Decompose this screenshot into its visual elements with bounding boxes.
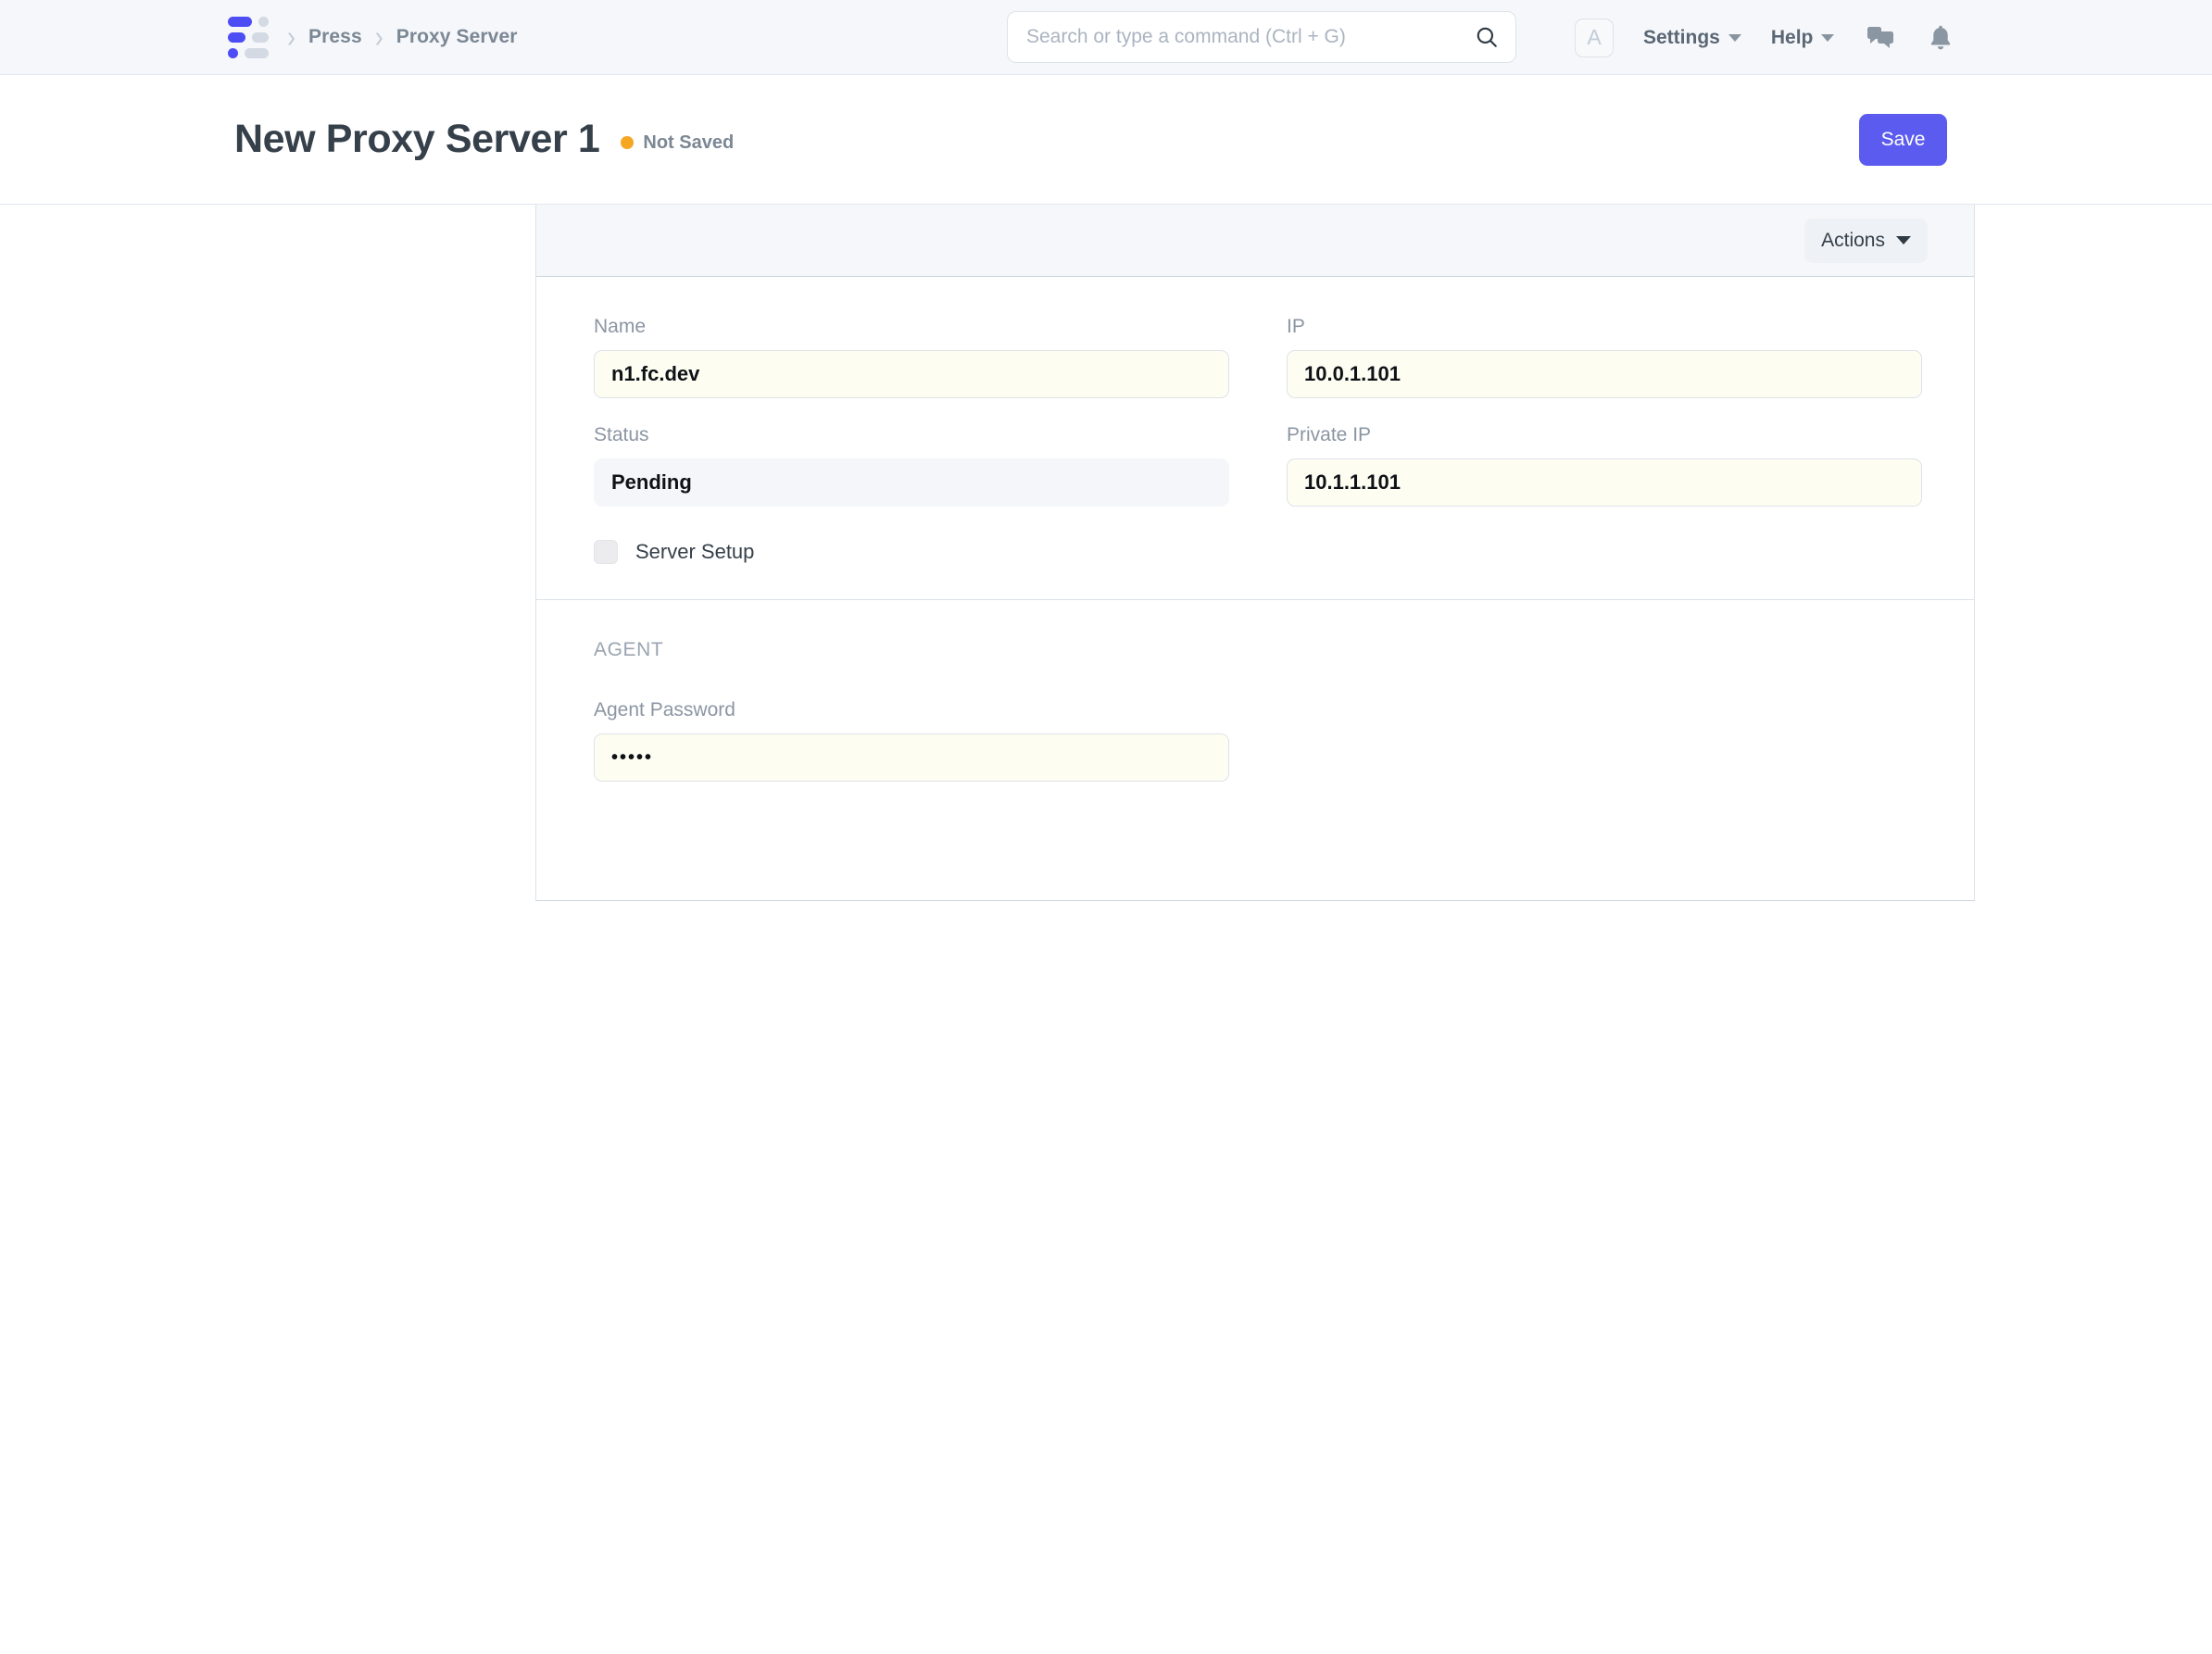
ip-input[interactable]: 10.0.1.101 bbox=[1287, 350, 1922, 398]
field-name: Name n1.fc.dev bbox=[594, 316, 1229, 398]
chevron-down-icon bbox=[1821, 33, 1835, 42]
chat-bubbles-icon bbox=[1867, 26, 1894, 48]
proxy-server-form-card: Actions Name n1.fc.dev IP 10.0.1.101 Sta… bbox=[535, 205, 1975, 901]
top-navigation-bar: › Press › Proxy Server A Settings Help bbox=[0, 0, 2212, 75]
card-header: Actions bbox=[536, 205, 1974, 277]
field-status-label: Status bbox=[594, 424, 649, 445]
field-ip-label: IP bbox=[1287, 316, 1305, 337]
server-setup-checkbox[interactable] bbox=[594, 540, 618, 564]
field-grid: Name n1.fc.dev IP 10.0.1.101 Status Pend… bbox=[594, 316, 1922, 533]
status-badge-label: Not Saved bbox=[643, 132, 735, 153]
agent-password-mask: ••••• bbox=[611, 747, 654, 768]
breadcrumb-separator-icon: › bbox=[287, 19, 295, 55]
page-title: New Proxy Server 1 bbox=[234, 117, 600, 161]
private-ip-input[interactable]: 10.1.1.101 bbox=[1287, 458, 1922, 507]
notifications-button[interactable] bbox=[1929, 24, 1953, 52]
agent-password-input[interactable]: ••••• bbox=[594, 733, 1229, 782]
status-badge: Not Saved bbox=[621, 132, 734, 154]
settings-menu-label: Settings bbox=[1643, 26, 1720, 48]
card-main-section: Name n1.fc.dev IP 10.0.1.101 Status Pend… bbox=[536, 277, 1974, 599]
field-server-setup: Server Setup bbox=[594, 540, 1917, 564]
status-dot-icon bbox=[621, 136, 635, 149]
avatar[interactable]: A bbox=[1575, 18, 1614, 57]
search-input[interactable] bbox=[1024, 25, 1475, 49]
bell-icon bbox=[1931, 25, 1951, 49]
global-search[interactable] bbox=[1007, 11, 1516, 63]
agent-section-title: AGENT bbox=[594, 639, 664, 660]
status-value: Pending bbox=[594, 458, 1229, 507]
settings-menu[interactable]: Settings bbox=[1643, 27, 1741, 49]
page-title-group: New Proxy Server 1 Not Saved bbox=[234, 117, 734, 162]
field-name-label: Name bbox=[594, 316, 647, 337]
breadcrumb-item-press[interactable]: Press bbox=[308, 26, 362, 48]
actions-dropdown-button[interactable]: Actions bbox=[1804, 218, 1928, 263]
server-setup-label: Server Setup bbox=[635, 540, 755, 563]
field-status: Status Pending bbox=[594, 424, 1229, 507]
field-agent-password: Agent Password ••••• bbox=[594, 699, 1229, 782]
field-private-ip-label: Private IP bbox=[1287, 424, 1372, 445]
frappe-press-logo-icon[interactable] bbox=[220, 14, 274, 60]
chevron-down-icon bbox=[1896, 236, 1911, 244]
help-menu-label: Help bbox=[1770, 26, 1814, 48]
field-private-ip: Private IP 10.1.1.101 bbox=[1287, 424, 1922, 507]
card-agent-section: AGENT Agent Password ••••• bbox=[536, 599, 1974, 900]
chat-bubbles-button[interactable] bbox=[1867, 25, 1895, 51]
save-button[interactable]: Save bbox=[1859, 113, 1947, 166]
breadcrumb: › Press › Proxy Server bbox=[220, 14, 518, 60]
search-box[interactable] bbox=[1007, 11, 1516, 63]
field-agent-password-label: Agent Password bbox=[594, 699, 735, 720]
breadcrumb-item-proxy-server[interactable]: Proxy Server bbox=[396, 26, 518, 48]
name-input[interactable]: n1.fc.dev bbox=[594, 350, 1229, 398]
help-menu[interactable]: Help bbox=[1771, 27, 1835, 49]
page-header: New Proxy Server 1 Not Saved Save bbox=[0, 75, 2212, 205]
field-ip: IP 10.0.1.101 bbox=[1287, 316, 1922, 398]
nav-right-group: A Settings Help bbox=[1575, 0, 1953, 75]
actions-dropdown-label: Actions bbox=[1821, 229, 1885, 251]
chevron-down-icon bbox=[1728, 33, 1741, 42]
search-icon bbox=[1475, 25, 1499, 49]
breadcrumb-separator-icon: › bbox=[374, 19, 383, 55]
